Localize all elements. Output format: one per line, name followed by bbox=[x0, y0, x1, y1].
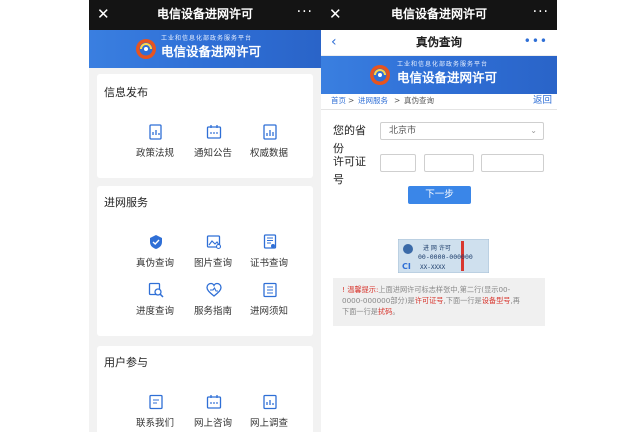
province-select[interactable]: 北京市 ⌄ bbox=[380, 122, 544, 140]
tile-label: 网上咨询 bbox=[193, 418, 232, 429]
tile-label: 服务指南 bbox=[193, 306, 232, 317]
license-part3-input[interactable] bbox=[481, 154, 544, 172]
breadcrumb-separator: > bbox=[394, 96, 401, 105]
tile-label: 网上调查 bbox=[249, 418, 288, 429]
portal-banner: 工业和信息化部政务服务平台 电信设备进网许可 bbox=[321, 56, 557, 94]
breadcrumb-home[interactable]: 首页 bbox=[331, 95, 346, 107]
tile-label: 联系我们 bbox=[135, 418, 174, 429]
tip-text: 0000-000000部分)是 bbox=[342, 296, 415, 305]
tile-policy-regulations[interactable]: 政策法规 bbox=[125, 124, 185, 168]
province-label: 您的省 bbox=[333, 124, 366, 137]
section-title: 进网服务 bbox=[104, 196, 148, 209]
miit-logo-icon bbox=[136, 39, 156, 59]
network-license-sample-image: 进 网 许可 00-0000-000000 CI XX-XXXX bbox=[398, 239, 489, 273]
banner-subtitle: 工业和信息化部政务服务平台 bbox=[161, 35, 253, 42]
tile-label: 通知公告 bbox=[193, 148, 232, 159]
tile-online-survey[interactable]: 网上调查 bbox=[239, 394, 299, 432]
banner-subtitle: 工业和信息化部政务服务平台 bbox=[397, 61, 489, 68]
tips-box: ! 温馨提示:上面进网许可标志样张中,第二行(显示00- 0000-000000… bbox=[333, 278, 545, 326]
more-dots-icon[interactable]: ••• bbox=[524, 33, 548, 49]
tip-text: ,再 bbox=[510, 296, 520, 305]
shield-check-icon bbox=[150, 235, 162, 249]
tile-image-query[interactable]: 图片查询 bbox=[183, 234, 243, 278]
tile-network-notice[interactable]: 进网须知 bbox=[239, 282, 299, 326]
sample-label-bottom: XX-XXXX bbox=[420, 264, 446, 271]
tip-highlight-code: 扰码 bbox=[377, 307, 393, 316]
tile-service-guide[interactable]: 服务指南 bbox=[183, 282, 243, 326]
tip-highlight-model: 设备型号 bbox=[481, 296, 511, 305]
banner-title: 电信设备进网许可 bbox=[397, 70, 498, 85]
warning-icon: ! bbox=[342, 285, 345, 294]
contact-doc-icon bbox=[149, 394, 163, 410]
breadcrumb-service[interactable]: 进网服务 bbox=[358, 95, 388, 107]
more-icon[interactable]: ··· bbox=[297, 3, 313, 21]
image-search-icon bbox=[206, 235, 222, 250]
tile-progress-query[interactable]: 进度查询 bbox=[125, 282, 185, 326]
survey-icon bbox=[263, 394, 277, 410]
data-report-icon bbox=[263, 124, 277, 140]
section-network-services: 进网服务 真伪查询 图片查询 证书查询 进度查询 服务指南 进网须知 bbox=[97, 186, 313, 336]
page-title: 真伪查询 bbox=[416, 35, 462, 49]
banner-title: 电信设备进网许可 bbox=[161, 44, 262, 59]
chevron-down-icon: ⌄ bbox=[530, 126, 537, 135]
tile-label: 进网须知 bbox=[249, 306, 288, 317]
certificate-icon bbox=[263, 234, 277, 249]
tip-text: 下面一行是 bbox=[342, 307, 378, 316]
app-title: 电信设备进网许可 bbox=[390, 7, 487, 21]
document-chart-icon bbox=[149, 124, 162, 140]
breadcrumb-current: 真伪查询 bbox=[404, 96, 434, 105]
calendar-chat-icon bbox=[206, 395, 222, 409]
app-titlebar: ✕ 电信设备进网许可 ··· bbox=[321, 0, 557, 30]
province-label-wrap: 份 bbox=[333, 142, 344, 155]
section-info-release: 信息发布 政策法规 通知公告 权威数据 bbox=[97, 74, 313, 178]
section-user-participation: 用户参与 联系我们 网上咨询 网上调查 bbox=[97, 346, 313, 432]
license-part2-input[interactable] bbox=[424, 154, 474, 172]
portal-banner: 工业和信息化部政务服务平台 电信设备进网许可 bbox=[89, 30, 321, 68]
tile-label: 政策法规 bbox=[135, 148, 174, 159]
next-step-button[interactable]: 下一步 bbox=[408, 186, 471, 204]
page-navbar: ‹ 真伪查询 ••• bbox=[321, 30, 557, 56]
app-titlebar: ✕ 电信设备进网许可 ··· bbox=[89, 0, 321, 30]
back-link[interactable]: 返回 bbox=[533, 94, 552, 108]
sample-label-number: 00-0000-000000 bbox=[418, 253, 473, 261]
tile-label: 图片查询 bbox=[193, 258, 232, 269]
section-title: 用户参与 bbox=[104, 356, 148, 369]
tile-label: 进度查询 bbox=[135, 306, 174, 317]
tip-text: 。 bbox=[392, 307, 400, 316]
authenticity-query-screen: ✕ 电信设备进网许可 ··· ‹ 真伪查询 ••• 工业和信息化部政务服务平台 … bbox=[321, 0, 557, 432]
tile-label: 真伪查询 bbox=[135, 258, 174, 269]
tip-heading: 温馨提示: bbox=[347, 285, 379, 294]
tile-contact-us[interactable]: 联系我们 bbox=[125, 394, 185, 432]
breadcrumb-separator: > bbox=[348, 96, 355, 105]
calendar-icon bbox=[206, 125, 222, 139]
progress-search-icon bbox=[148, 282, 164, 298]
tip-text: ,下面一行是 bbox=[443, 296, 482, 305]
section-title: 信息发布 bbox=[104, 86, 148, 99]
tile-online-consult[interactable]: 网上咨询 bbox=[183, 394, 243, 432]
license-label-wrap: 号 bbox=[333, 173, 344, 186]
more-icon[interactable]: ··· bbox=[533, 3, 549, 21]
breadcrumb: 首页 > 进网服务 > 真伪查询 返回 bbox=[321, 94, 557, 110]
license-part1-input[interactable] bbox=[380, 154, 416, 172]
notice-list-icon bbox=[263, 282, 277, 298]
tile-authoritative-data[interactable]: 权威数据 bbox=[239, 124, 299, 168]
heart-guide-icon bbox=[206, 282, 222, 297]
svg-text:CI: CI bbox=[402, 262, 411, 271]
license-label: 许可证 bbox=[333, 155, 366, 168]
tip-highlight-license: 许可证号 bbox=[414, 296, 444, 305]
sample-label-top: 进 网 许可 bbox=[423, 244, 451, 252]
tile-authenticity-query[interactable]: 真伪查询 bbox=[125, 234, 185, 278]
home-screen: ✕ 电信设备进网许可 ··· 工业和信息化部政务服务平台 电信设备进网许可 信息… bbox=[89, 0, 321, 432]
tile-notices[interactable]: 通知公告 bbox=[183, 124, 243, 168]
miit-logo-icon bbox=[370, 65, 390, 85]
tip-text: 上面进网许可标志样张中,第二行(显示00- bbox=[378, 285, 511, 294]
province-select-value: 北京市 bbox=[389, 126, 417, 136]
tile-label: 证书查询 bbox=[249, 258, 288, 269]
tile-certificate-query[interactable]: 证书查询 bbox=[239, 234, 299, 278]
app-title: 电信设备进网许可 bbox=[156, 7, 253, 21]
tile-label: 权威数据 bbox=[249, 148, 288, 159]
